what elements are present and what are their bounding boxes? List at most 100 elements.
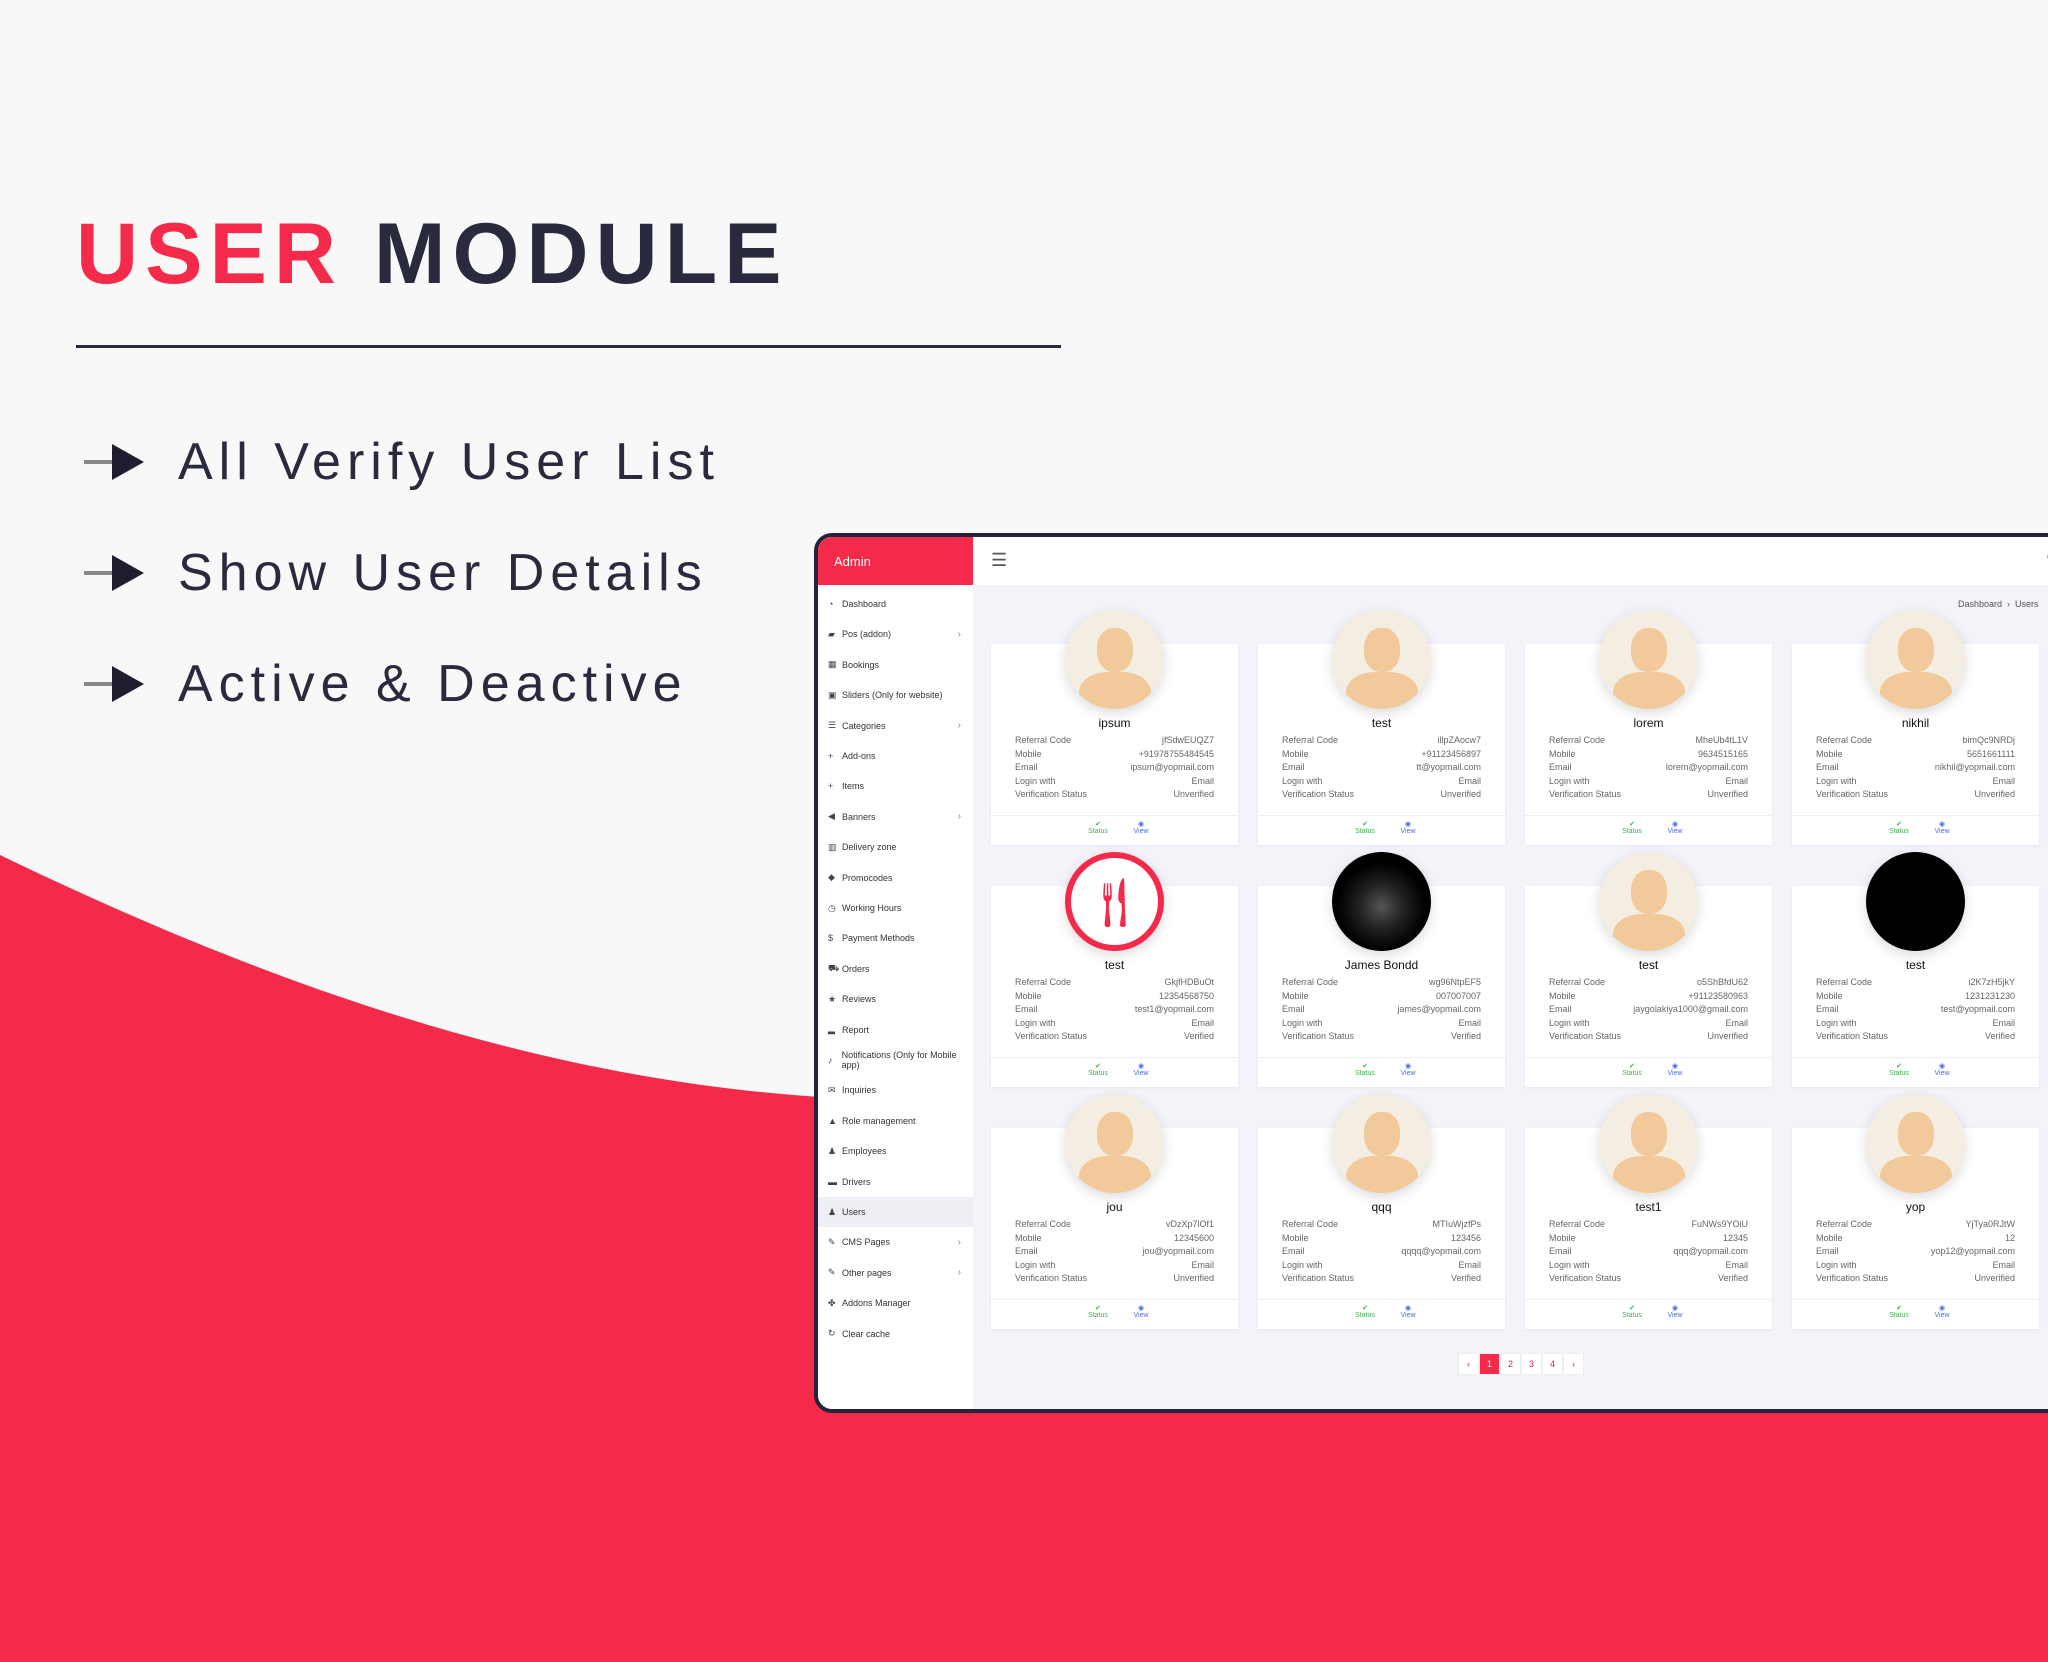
view-button[interactable]: ◉ View [1660,1062,1690,1077]
sidebar-item-notifications-only-for-mobile-app[interactable]: ♪ Notifications (Only for Mobile app) [818,1045,973,1075]
card-actions: ✔ Status ◉ View [1258,1057,1505,1087]
view-button[interactable]: ◉ View [1126,1304,1156,1319]
card-actions: ✔ Status ◉ View [1258,815,1505,845]
user-details: Referral Code FuNWs9YOiU Mobile 12345 Email q… [1549,1218,1748,1286]
detail-row: Login with Email [1549,1017,1748,1031]
status-button[interactable]: ✔ Status [1350,1304,1380,1319]
sidebar-item-role-management[interactable]: ▲ Role management [818,1106,973,1136]
status-button[interactable]: ✔ Status [1350,820,1380,835]
sidebar-item-label: Employees [842,1146,887,1157]
status-button[interactable]: ✔ Status [1884,1304,1914,1319]
pagination-next[interactable]: › [1563,1353,1584,1375]
eye-icon: ◉ [1938,821,1946,828]
sidebar-item-employees[interactable]: ♟ Employees [818,1136,973,1166]
sidebar-item-clear-cache[interactable]: ↻ Clear cache [818,1319,973,1349]
detail-row: Email tt@yopmail.com [1282,761,1481,775]
sidebar-item-add-ons[interactable]: + Add-ons [818,741,973,771]
sidebar-item-items[interactable]: + Items [818,771,973,801]
chevron-right-icon: › [957,1267,961,1279]
field-value: qqqq@yopmail.com [1401,1246,1481,1257]
field-label: Email [1015,1246,1038,1257]
sidebar-item-report[interactable]: ▂ Report [818,1015,973,1045]
field-value: MheUb4tL1V [1695,735,1748,745]
sidebar-item-payment-methods[interactable]: $ Payment Methods [818,923,973,953]
field-label: Referral Code [1549,735,1606,745]
view-button[interactable]: ◉ View [1927,1304,1957,1319]
status-button[interactable]: ✔ Status [1083,820,1113,835]
sidebar-item-other-pages[interactable]: ✎ Other pages › [818,1258,973,1288]
sidebar-item-drivers[interactable]: ▬ Drivers [818,1167,973,1197]
edit-icon: ✎ [828,1267,836,1278]
car-icon: ▬ [828,1176,837,1187]
card-actions: ✔ Status ◉ View [991,1057,1238,1087]
status-button[interactable]: ✔ Status [1350,1062,1380,1077]
status-button[interactable]: ✔ Status [1884,820,1914,835]
page-title: USER MODULE [76,206,789,302]
sidebar-item-inquiries[interactable]: ✉ Inquiries [818,1075,973,1105]
breadcrumb-dashboard[interactable]: Dashboard [1958,599,2002,609]
brand[interactable]: Admin [818,537,973,585]
view-button[interactable]: ◉ View [1393,820,1423,835]
view-button[interactable]: ◉ View [1660,1304,1690,1319]
field-label: Verification Status [1816,1273,1889,1284]
card-actions: ✔ Status ◉ View [1525,1057,1772,1087]
user-card: 🍴︎ test Referral Code GkjfHDBuOt Mobile 12354… [991,852,1238,1087]
pagination-page-1[interactable]: 1 [1479,1353,1500,1375]
field-value: Unverified [1440,789,1481,800]
sidebar-item-sliders-only-for-website[interactable]: ▣ Sliders (Only for website) [818,680,973,710]
view-button[interactable]: ◉ View [1126,820,1156,835]
sidebar-item-working-hours[interactable]: ◷ Working Hours [818,893,973,923]
view-button[interactable]: ◉ View [1393,1304,1423,1319]
detail-row: Referral Code MheUb4tL1V [1549,734,1748,748]
view-button[interactable]: ◉ View [1126,1062,1156,1077]
status-button[interactable]: ✔ Status [1617,820,1647,835]
bullhorn-icon: ◀ [828,811,835,822]
view-button[interactable]: ◉ View [1927,1062,1957,1077]
avatar-head [1364,628,1400,672]
pagination-page-3[interactable]: 3 [1521,1353,1542,1375]
sidebar-item-bookings[interactable]: ▦ Bookings [818,650,973,680]
sidebar-item-pos-addon[interactable]: ▰ Pos (addon) › [818,619,973,649]
sidebar-item-reviews[interactable]: ★ Reviews [818,984,973,1014]
field-value: vDzXp7lOf1 [1165,1219,1214,1229]
pagination-page-2[interactable]: 2 [1500,1353,1521,1375]
field-label: Verification Status [1816,789,1889,800]
view-button[interactable]: ◉ View [1927,820,1957,835]
eye-icon: ◉ [1671,1305,1679,1312]
detail-row: Mobile 9634515165 [1549,748,1748,762]
field-value: Email [1191,1259,1214,1270]
sidebar-item-promocodes[interactable]: ◆ Promocodes [818,863,973,893]
sidebar-item-dashboard[interactable]: ◔ Dashboard [818,589,973,619]
detail-row: Referral Code bimQc9NRDj [1816,734,2015,748]
sidebar-item-categories[interactable]: ☰ Categories › [818,711,973,741]
sidebar-item-orders[interactable]: ⛟ Orders [818,954,973,984]
card-actions: ✔ Status ◉ View [1525,1299,1772,1329]
status-button[interactable]: ✔ Status [1083,1062,1113,1077]
sidebar-item-cms-pages[interactable]: ✎ CMS Pages › [818,1227,973,1257]
status-button[interactable]: ✔ Status [1617,1304,1647,1319]
clock-icon: ◷ [828,902,836,913]
field-value: GkjfHDBuOt [1164,977,1214,987]
check-icon: ✔ [1629,1305,1635,1312]
field-label: Mobile [1816,990,1843,1001]
sidebar-item-addons-manager[interactable]: ✤ Addons Manager [818,1288,973,1318]
user-name: test [1371,716,1392,730]
sidebar-item-delivery-zone[interactable]: ▥ Delivery zone [818,832,973,862]
status-button[interactable]: ✔ Status [1617,1062,1647,1077]
detail-row: Login with Email [1015,1259,1214,1273]
status-button[interactable]: ✔ Status [1083,1304,1113,1319]
detail-row: Verification Status Verified [1282,1272,1481,1286]
check-icon: ✔ [1629,1063,1635,1070]
detail-row: Verification Status Unverified [1549,1030,1748,1044]
hamburger-menu-icon[interactable]: ☰ [991,550,1007,571]
sidebar-item-banners[interactable]: ◀ Banners › [818,802,973,832]
view-button[interactable]: ◉ View [1393,1062,1423,1077]
pagination-page-4[interactable]: 4 [1542,1353,1563,1375]
status-button[interactable]: ✔ Status [1884,1062,1914,1077]
refresh-icon: ↻ [828,1328,836,1339]
pagination-prev[interactable]: ‹ [1458,1353,1479,1375]
view-button[interactable]: ◉ View [1660,820,1690,835]
avatar-head [1631,870,1667,914]
sidebar-item-users[interactable]: ♟ Users [818,1197,973,1227]
detail-row: Login with Email [1816,1017,2015,1031]
